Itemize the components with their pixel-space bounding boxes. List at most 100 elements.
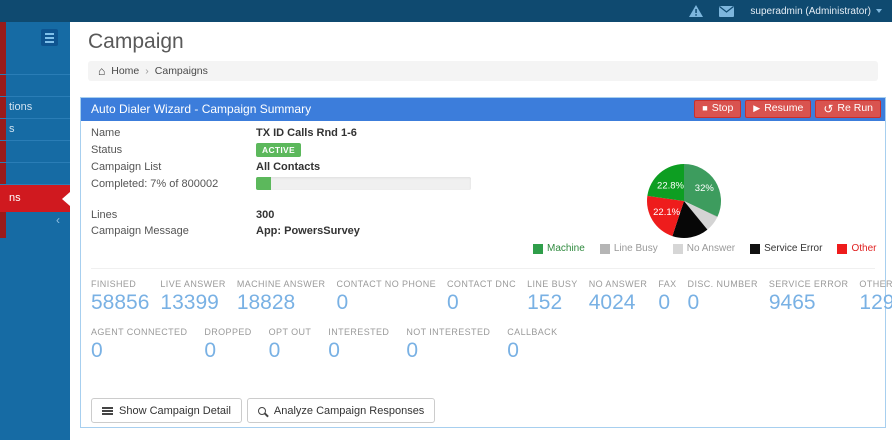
legend-label: Other — [851, 243, 876, 254]
stat-value: 0 — [204, 339, 251, 363]
sidebar-item-3[interactable] — [0, 140, 70, 162]
stat-value: 12988 — [859, 291, 892, 315]
stat-fax: FAX 0 — [658, 279, 676, 315]
stat-label: AGENT CONNECTED — [91, 327, 187, 337]
stat-label: MACHINE ANSWER — [237, 279, 326, 289]
sidebar-item-5[interactable]: ns — [0, 184, 70, 212]
resume-button[interactable]: ▶ Resume — [745, 100, 811, 118]
stat-other: OTHER12988 — [859, 279, 892, 315]
stat-line-busy: LINE BUSY152 — [527, 279, 578, 315]
stat-opt-out: OPT OUT 0 — [269, 327, 312, 363]
stat-label: LIVE ANSWER — [160, 279, 225, 289]
legend-label: No Answer — [687, 243, 735, 254]
mail-icon[interactable] — [719, 6, 734, 17]
re-run-button[interactable]: ↺Re Run — [815, 100, 881, 118]
analyze-campaign-responses-button[interactable]: Analyze Campaign Responses — [247, 398, 435, 423]
stat-label: INTERESTED — [328, 327, 389, 337]
stat-label: OPT OUT — [269, 327, 312, 337]
legend-item-other[interactable]: Other — [837, 243, 876, 254]
section-divider — [91, 268, 875, 269]
breadcrumb: ⌂ Home › Campaigns — [88, 61, 878, 81]
legend-label: Machine — [547, 243, 585, 254]
name-value: TX ID Calls Rnd 1-6 — [256, 127, 357, 139]
breadcrumb-current: Campaigns — [155, 65, 208, 77]
topbar: superadmin (Administrator) — [0, 0, 892, 22]
stat-label: CONTACT NO PHONE — [336, 279, 436, 289]
pie-label-machine: 32% — [695, 183, 715, 194]
completed-progressbar — [256, 177, 471, 190]
resume-label: Resume — [764, 97, 803, 120]
stats-row-2: AGENT CONNECTED 0 DROPPED 0 OPT OUT 0 INTEREST… — [91, 327, 558, 363]
legend-item-line-busy[interactable]: Line Busy — [600, 243, 658, 254]
stat-label: CALLBACK — [507, 327, 557, 337]
legend-swatch — [750, 244, 760, 254]
stat-label: FINISHED — [91, 279, 149, 289]
sidebar-menu: tionss ns‹ — [0, 74, 70, 230]
stat-interested: INTERESTED0 — [328, 327, 389, 363]
pie-label-other: 22.1% — [653, 207, 680, 218]
legend-swatch — [673, 244, 683, 254]
sidebar-toggle-button[interactable] — [41, 29, 58, 46]
user-menu[interactable]: superadmin (Administrator) — [750, 6, 882, 17]
breadcrumb-home[interactable]: Home — [111, 65, 139, 77]
lines-label: Lines — [91, 209, 117, 221]
resume-icon: ▶ — [753, 104, 760, 113]
stat-contact-no-phone: CONTACT NO PHONE 0 — [336, 279, 436, 315]
pie-chart: 32% 22.1% 22.8% — [644, 161, 724, 241]
footer-buttons: Show Campaign Detail Analyze Campaign Re… — [91, 398, 435, 423]
stat-value: 0 — [688, 291, 758, 315]
show-campaign-detail-button[interactable]: Show Campaign Detail — [91, 398, 242, 423]
stat-label: LINE BUSY — [527, 279, 578, 289]
legend-item-service-error[interactable]: Service Error — [750, 243, 822, 254]
stat-agent-connected: AGENT CONNECTED 0 — [91, 327, 187, 363]
sidebar-item-2[interactable]: s — [0, 118, 70, 140]
stat-label: FAX — [658, 279, 676, 289]
stat-label: DROPPED — [204, 327, 251, 337]
completed-label: Completed: 7% of 800002 — [91, 178, 218, 190]
sidebar: tionss ns‹ — [0, 22, 70, 440]
panel-header: Auto Dialer Wizard - Campaign Summary ■S… — [81, 98, 885, 121]
alert-icon[interactable] — [689, 5, 703, 17]
stat-live-answer: LIVE ANSWER 13399 — [160, 279, 225, 315]
page-title: Campaign — [88, 30, 184, 54]
sidebar-collapse-chevron[interactable]: ‹ — [0, 212, 70, 230]
stat-machine-answer: MACHINE ANSWER18828 — [237, 279, 326, 315]
stat-value: 4024 — [589, 291, 648, 315]
app-root: { "topbar": { "user": "superadmin (Admin… — [0, 0, 892, 440]
pie-label-live-answer: 22.8% — [657, 181, 684, 192]
stat-value: 0 — [658, 291, 676, 315]
stat-value: 58856 — [91, 291, 149, 315]
sidebar-item-1[interactable]: tions — [0, 96, 70, 118]
legend-item-no-answer[interactable]: No Answer — [673, 243, 735, 254]
status-badge: ACTIVE — [256, 143, 301, 157]
chart-legend: Machine Line Busy No Answer Service Error Ot… — [533, 243, 892, 254]
stat-label: NO ANSWER — [589, 279, 648, 289]
status-label: Status — [91, 144, 122, 156]
legend-label: Service Error — [764, 243, 822, 254]
legend-swatch — [533, 244, 543, 254]
legend-swatch — [600, 244, 610, 254]
stat-value: 0 — [269, 339, 312, 363]
name-label: Name — [91, 127, 120, 139]
analyze-campaign-responses-label: Analyze Campaign Responses — [274, 405, 424, 417]
legend-item-machine[interactable]: Machine — [533, 243, 585, 254]
stat-label: SERVICE ERROR — [769, 279, 849, 289]
sidebar-item-4[interactable] — [0, 162, 70, 184]
legend-label: Line Busy — [614, 243, 658, 254]
stat-value: 0 — [406, 339, 490, 363]
stats-row-1: FINISHED 58856 LIVE ANSWER 13399 MACHINE ANS… — [91, 279, 892, 315]
topbar-right: superadmin (Administrator) — [689, 0, 882, 22]
stop-button[interactable]: ■Stop — [694, 100, 741, 118]
campaign-message-value: App: PowersSurvey — [256, 225, 360, 237]
stat-not-interested: NOT INTERESTED 0 — [406, 327, 490, 363]
list-icon — [102, 407, 113, 415]
user-name: superadmin (Administrator) — [750, 6, 871, 17]
stat-value: 13399 — [160, 291, 225, 315]
stat-label: NOT INTERESTED — [406, 327, 490, 337]
stat-value: 0 — [91, 339, 187, 363]
stat-value: 0 — [336, 291, 436, 315]
active-item-notch — [62, 192, 70, 206]
legend-swatch — [837, 244, 847, 254]
stat-disc-number: DISC. NUMBER0 — [688, 279, 758, 315]
sidebar-item-0[interactable] — [0, 74, 70, 96]
